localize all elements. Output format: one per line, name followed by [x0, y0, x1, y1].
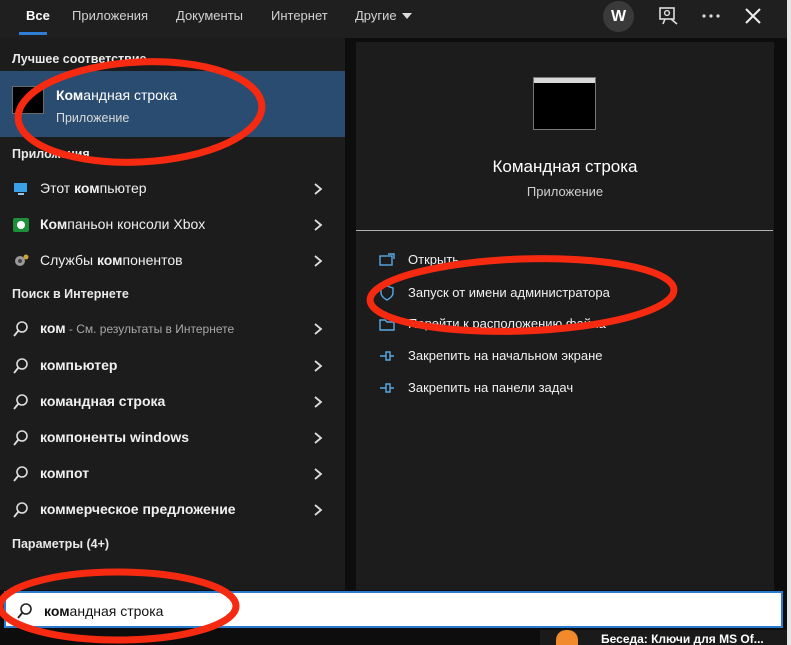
app-result-xbox-companion[interactable]: Компаньон консоли Xbox [0, 206, 345, 242]
taskbar-peek-text: Беседа: Ключи для MS Of... [601, 632, 764, 645]
tab-documents[interactable]: Документы [176, 0, 243, 38]
action-open-file-location[interactable]: Перейти к расположению файла [370, 312, 770, 336]
chevron-right-icon[interactable] [312, 218, 324, 232]
chevron-right-icon[interactable] [312, 322, 324, 336]
this-pc-icon [14, 183, 27, 195]
app-result-this-pc[interactable]: Этот компьютер [0, 170, 345, 206]
action-open[interactable]: Открыть [370, 248, 770, 272]
web-result-label: компот [40, 465, 90, 481]
screen-edge [787, 0, 791, 645]
web-result[interactable]: компоненты windows [0, 419, 345, 455]
chevron-right-icon[interactable] [312, 254, 324, 268]
best-match-item[interactable] [0, 71, 345, 137]
app-result-component-services[interactable]: Службы компонентов [0, 242, 345, 278]
best-match-header: Лучшее соответствие [12, 52, 147, 66]
settings-header[interactable]: Параметры (4+) [12, 537, 109, 551]
best-match-subtitle: Приложение [56, 111, 130, 125]
feedback-icon[interactable] [657, 4, 681, 28]
close-icon[interactable] [741, 4, 765, 28]
web-result-label: компоненты windows [40, 429, 190, 445]
web-result[interactable]: компот [0, 455, 345, 491]
app-result-label: Компаньон консоли Xbox [40, 216, 206, 232]
search-icon [13, 321, 28, 337]
action-pin-to-start[interactable]: Закрепить на начальном экране [370, 344, 770, 368]
search-icon [17, 603, 32, 619]
apps-header: Приложения [12, 147, 90, 161]
search-icon [13, 358, 28, 374]
chevron-right-icon[interactable] [312, 431, 324, 445]
tab-internet[interactable]: Интернет [271, 0, 328, 38]
app-result-label: Службы компонентов [40, 252, 183, 268]
preview-title: Командная строка [492, 157, 638, 176]
pin-taskbar-icon [380, 383, 394, 393]
web-result[interactable]: командная строка [0, 383, 345, 419]
folder-location-icon [379, 319, 395, 331]
preview-divider [356, 230, 773, 231]
command-prompt-icon [12, 86, 44, 114]
taskbar-peek: Беседа: Ключи для MS Of... [540, 630, 791, 645]
best-match-title: Командная строка [56, 87, 178, 103]
action-run-as-admin[interactable]: Запуск от имени администратора [370, 281, 770, 305]
chevron-right-icon[interactable] [312, 395, 324, 409]
more-options-icon[interactable] [699, 4, 723, 28]
tab-apps[interactable]: Приложения [72, 0, 148, 38]
web-result-label: коммерческое предложение [40, 501, 236, 517]
web-result-label: компьютер [40, 357, 118, 373]
action-pin-to-taskbar[interactable]: Закрепить на панели задач [370, 376, 770, 400]
command-prompt-large-icon [533, 77, 596, 130]
preview-subtitle: Приложение [526, 184, 604, 199]
chevron-right-icon[interactable] [312, 467, 324, 481]
account-avatar[interactable]: W [603, 1, 634, 32]
chevron-right-icon[interactable] [312, 182, 324, 196]
action-label: Закрепить на начальном экране [408, 348, 603, 363]
chevron-right-icon[interactable] [312, 503, 324, 517]
component-services-icon [15, 254, 29, 266]
search-icon [13, 502, 28, 518]
action-label: Открыть [408, 252, 460, 267]
web-result-label: ком - См. результаты в Интернете [40, 320, 235, 336]
search-box[interactable]: командная строка [4, 591, 783, 628]
shield-admin-icon [380, 285, 394, 301]
web-search-header: Поиск в Интернете [12, 287, 129, 301]
pin-start-icon [380, 351, 394, 361]
search-input[interactable]: командная строка [44, 603, 163, 619]
search-tabs-bar: Все Приложения Документы Интернет Другие… [0, 0, 787, 38]
web-result[interactable]: компьютер [0, 347, 345, 383]
tab-other[interactable]: Другие [355, 0, 412, 38]
fox-avatar-icon [556, 630, 578, 645]
active-tab-indicator [19, 32, 47, 35]
action-label: Закрепить на панели задач [408, 380, 574, 395]
web-result-label: командная строка [40, 393, 166, 409]
chevron-down-icon [401, 13, 412, 19]
tab-other-label: Другие [355, 8, 397, 23]
search-icon [13, 466, 28, 482]
web-result[interactable]: коммерческое предложение [0, 491, 345, 527]
action-label: Перейти к расположению файла [408, 316, 606, 331]
app-result-label: Этот компьютер [40, 180, 147, 196]
web-result-kom[interactable]: ком - См. результаты в Интернете [0, 310, 345, 346]
search-icon [13, 394, 28, 410]
search-icon [13, 430, 28, 446]
action-label: Запуск от имени администратора [408, 285, 610, 300]
open-icon [379, 253, 395, 266]
chevron-right-icon[interactable] [312, 359, 324, 373]
xbox-icon [13, 218, 29, 232]
